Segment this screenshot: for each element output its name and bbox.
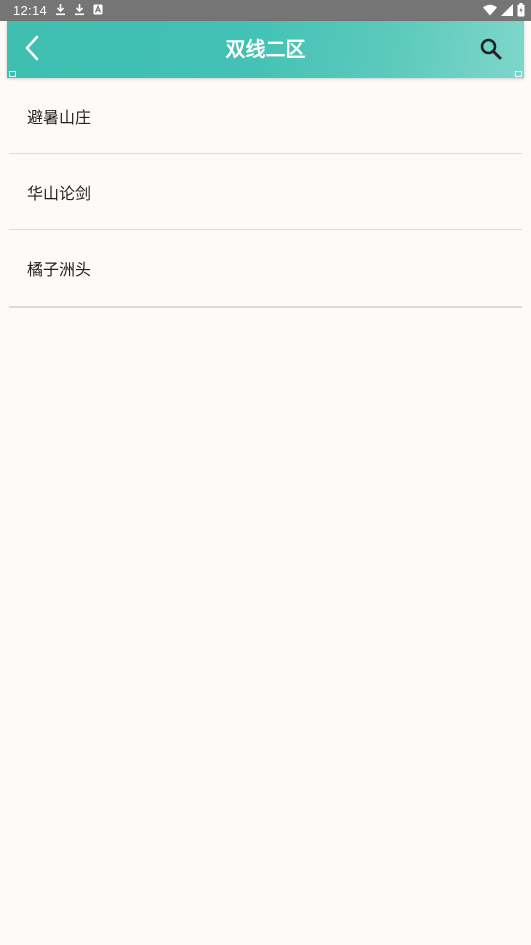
search-button[interactable] bbox=[478, 38, 504, 64]
list-item-label: 华山论剑 bbox=[27, 183, 92, 203]
corner-marker bbox=[515, 71, 522, 77]
system-icons bbox=[483, 3, 525, 17]
list-item[interactable]: 华山论剑 bbox=[9, 154, 522, 230]
list-item[interactable]: 避暑山庄 bbox=[9, 78, 522, 154]
signal-icon bbox=[501, 4, 513, 16]
chevron-left-icon bbox=[24, 35, 40, 65]
status-time: 12:14 bbox=[13, 3, 48, 18]
text-a-icon bbox=[93, 4, 103, 15]
server-list: 避暑山庄 华山论剑 橘子洲头 bbox=[9, 78, 522, 308]
back-button[interactable] bbox=[15, 31, 49, 69]
download-icon bbox=[55, 3, 66, 16]
search-icon bbox=[480, 38, 502, 64]
status-bar: 12:14 bbox=[0, 0, 531, 21]
list-item-label: 避暑山庄 bbox=[27, 107, 92, 127]
wifi-icon bbox=[483, 4, 497, 16]
list-item-label: 橘子洲头 bbox=[27, 260, 92, 279]
battery-icon bbox=[517, 3, 525, 17]
page-title: 双线二区 bbox=[225, 37, 306, 61]
download-icon bbox=[74, 3, 85, 16]
app-bar: 双线二区 bbox=[7, 21, 524, 78]
corner-marker bbox=[9, 71, 16, 77]
notification-icons bbox=[55, 3, 103, 16]
list-item[interactable]: 橘子洲头 bbox=[9, 230, 522, 308]
